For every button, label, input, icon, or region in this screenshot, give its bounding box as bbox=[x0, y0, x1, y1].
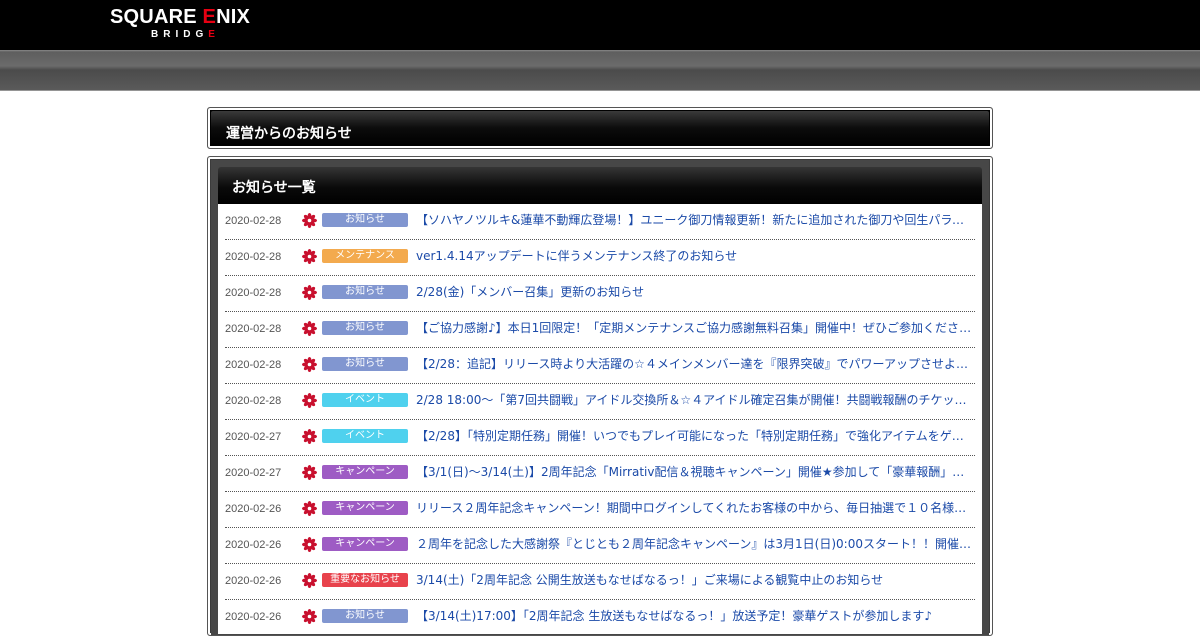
news-row[interactable]: 2020-02-28 お知らせ 2/28(金)「メンバー召集」更新のお知らせ bbox=[225, 276, 975, 312]
news-title-link[interactable]: 【ご協力感謝♪】本日1回限定！「定期メンテナンスご協力感謝無料召集」開催中！ぜひ… bbox=[416, 321, 972, 336]
red-flower-icon bbox=[302, 213, 317, 228]
news-date: 2020-02-27 bbox=[225, 467, 282, 479]
square-enix-bridge-logo[interactable]: SQUARE ENIX BRIDGE bbox=[110, 6, 280, 46]
news-title-link[interactable]: 【ソハヤノツルキ&蓮華不動輝広登場！】ユニーク御刀情報更新！新たに追加された御刀… bbox=[416, 213, 972, 228]
news-title-link[interactable]: 【3/14(土)17:00】「2周年記念 生放送もなせばなるっ！」放送予定！豪華… bbox=[416, 609, 972, 624]
logo-main-text: SQUARE ENIX bbox=[110, 6, 251, 28]
category-badge: キャンペーン bbox=[322, 537, 408, 551]
page-title-panel: 運営からのお知らせ bbox=[207, 107, 993, 149]
category-badge: お知らせ bbox=[322, 321, 408, 335]
news-row[interactable]: 2020-02-28 お知らせ 【ソハヤノツルキ&蓮華不動輝広登場！】ユニーク御刀情… bbox=[225, 204, 975, 240]
news-date: 2020-02-26 bbox=[225, 539, 282, 551]
news-row[interactable]: 2020-02-26 重要なお知らせ 3/14(土)「2周年記念 公開生放送もなせば… bbox=[225, 564, 975, 600]
news-list-title: お知らせ一覧 bbox=[232, 180, 316, 196]
category-badge: お知らせ bbox=[322, 357, 408, 371]
news-title-link[interactable]: ２周年を記念した大感謝祭『とじとも２周年記念キャンペーン』は3月1日(日)0:0… bbox=[416, 537, 972, 552]
news-title-link[interactable]: 2/28(金)「メンバー召集」更新のお知らせ bbox=[416, 285, 972, 300]
red-flower-icon bbox=[302, 537, 317, 552]
news-title-link[interactable]: リリース２周年記念キャンペーン！期間中ログインしてくれたお客様の中から、毎日抽選… bbox=[416, 501, 972, 516]
news-date: 2020-02-28 bbox=[225, 359, 282, 371]
top-header-bar: SQUARE ENIX BRIDGE bbox=[0, 0, 1200, 50]
news-date: 2020-02-28 bbox=[225, 395, 282, 407]
category-badge: お知らせ bbox=[322, 213, 408, 227]
red-flower-icon bbox=[302, 501, 317, 516]
news-date: 2020-02-26 bbox=[225, 575, 282, 587]
news-title-link[interactable]: 3/14(土)「2周年記念 公開生放送もなせばなるっ！」ご来場による観覧中止のお… bbox=[416, 573, 972, 588]
news-row[interactable]: 2020-02-26 キャンペーン リリース２周年記念キャンペーン！期間中ログインし… bbox=[225, 492, 975, 528]
news-date: 2020-02-26 bbox=[225, 611, 282, 623]
news-row[interactable]: 2020-02-28 お知らせ 【ご協力感謝♪】本日1回限定！「定期メンテナンスご協… bbox=[225, 312, 975, 348]
category-badge: イベント bbox=[322, 429, 408, 443]
page-title: 運営からのお知らせ bbox=[226, 126, 352, 142]
news-date: 2020-02-28 bbox=[225, 323, 282, 335]
logo-sub-text: BRIDGE bbox=[151, 29, 220, 40]
red-flower-icon bbox=[302, 357, 317, 372]
news-row[interactable]: 2020-02-28 イベント 2/28 18:00～「第7回共闘戦」アイドル交換所… bbox=[225, 384, 975, 420]
red-flower-icon bbox=[302, 609, 317, 624]
category-badge: お知らせ bbox=[322, 609, 408, 623]
news-title-link[interactable]: 【3/1(日)～3/14(土)】2周年記念「Mirrativ配信＆視聴キャンペー… bbox=[416, 465, 972, 480]
news-date: 2020-02-28 bbox=[225, 251, 282, 263]
news-row[interactable]: 2020-02-27 キャンペーン 【3/1(日)～3/14(土)】2周年記念「Mi… bbox=[225, 456, 975, 492]
red-flower-icon bbox=[302, 321, 317, 336]
news-date: 2020-02-27 bbox=[225, 431, 282, 443]
category-badge: 重要なお知らせ bbox=[322, 573, 408, 587]
news-list-header: お知らせ一覧 bbox=[218, 167, 982, 204]
navigation-bar bbox=[0, 50, 1200, 91]
red-flower-icon bbox=[302, 573, 317, 588]
news-list: 2020-02-28 お知らせ 【ソハヤノツルキ&蓮華不動輝広登場！】ユニーク御刀情… bbox=[218, 204, 982, 636]
news-row[interactable]: 2020-02-28 お知らせ 【2/28：追記】リリース時より大活躍の☆４メインメ… bbox=[225, 348, 975, 384]
news-date: 2020-02-28 bbox=[225, 215, 282, 227]
news-row[interactable]: 2020-02-28 メンテナンス ver1.4.14アップデートに伴うメンテナンス… bbox=[225, 240, 975, 276]
category-badge: お知らせ bbox=[322, 285, 408, 299]
news-title-link[interactable]: 【2/28：追記】リリース時より大活躍の☆４メインメンバー達を『限界突破』でパワ… bbox=[416, 357, 972, 372]
red-flower-icon bbox=[302, 249, 317, 264]
news-row[interactable]: 2020-02-26 お知らせ 【3/14(土)17:00】「2周年記念 生放送もな… bbox=[225, 600, 975, 636]
red-flower-icon bbox=[302, 429, 317, 444]
category-badge: イベント bbox=[322, 393, 408, 407]
news-date: 2020-02-28 bbox=[225, 287, 282, 299]
red-flower-icon bbox=[302, 285, 317, 300]
red-flower-icon bbox=[302, 465, 317, 480]
red-flower-icon bbox=[302, 393, 317, 408]
category-badge: キャンペーン bbox=[322, 465, 408, 479]
news-title-link[interactable]: 【2/28】「特別定期任務」開催！いつでもプレイ可能になった「特別定期任務」で強… bbox=[416, 429, 972, 444]
news-title-link[interactable]: 2/28 18:00～「第7回共闘戦」アイドル交換所＆☆４アイドル確定召集が開催… bbox=[416, 393, 972, 408]
category-badge: キャンペーン bbox=[322, 501, 408, 515]
news-row[interactable]: 2020-02-27 イベント 【2/28】「特別定期任務」開催！いつでもプレイ可能… bbox=[225, 420, 975, 456]
category-badge: メンテナンス bbox=[322, 249, 408, 263]
news-title-link[interactable]: ver1.4.14アップデートに伴うメンテナンス終了のお知らせ bbox=[416, 249, 972, 264]
news-row[interactable]: 2020-02-26 キャンペーン ２周年を記念した大感謝祭『とじとも２周年記念キャ… bbox=[225, 528, 975, 564]
news-date: 2020-02-26 bbox=[225, 503, 282, 515]
